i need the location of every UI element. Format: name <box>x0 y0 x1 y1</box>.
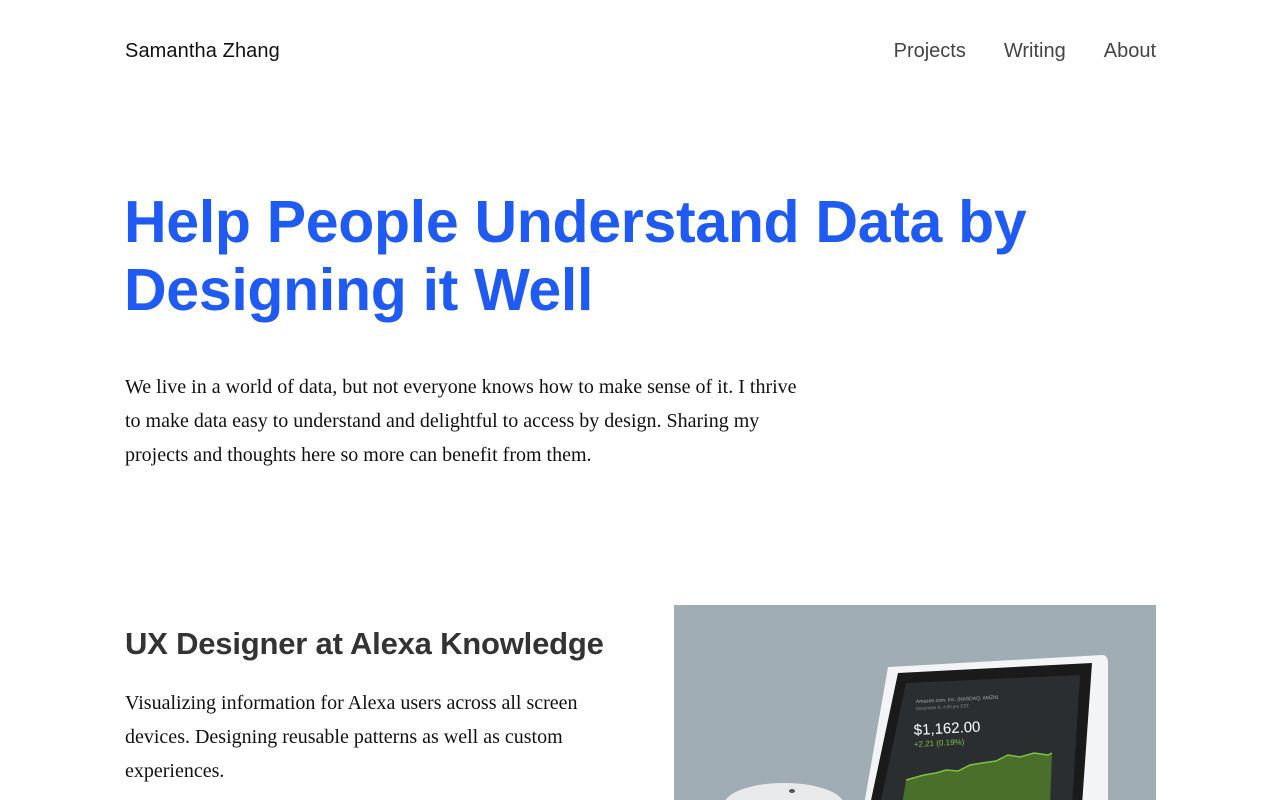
nav-writing[interactable]: Writing <box>1004 40 1066 63</box>
project-image[interactable]: Amazon.com, Inc. (NASDAQ: AMZN) December… <box>674 605 1156 800</box>
project-description: Visualizing information for Alexa users … <box>125 692 578 782</box>
hero-intro: We live in a world of data, but not ever… <box>125 376 797 466</box>
echo-show-illustration: Amazon.com, Inc. (NASDAQ: AMZN) December… <box>725 655 1108 800</box>
speaker-puck <box>725 783 843 800</box>
hero-title: Help People Understand Data by Designing… <box>124 189 1027 323</box>
speaker-button-icon <box>789 789 795 793</box>
site-header: Samantha Zhang Projects Writing About <box>125 38 1156 68</box>
screen-price: $1,162.00 <box>913 719 981 739</box>
nav-about[interactable]: About <box>1104 40 1156 63</box>
main-nav: Projects Writing About <box>894 40 1156 63</box>
site-name-link[interactable]: Samantha Zhang <box>125 40 280 63</box>
nav-projects[interactable]: Projects <box>894 40 966 63</box>
project-title[interactable]: UX Designer at Alexa Knowledge <box>125 626 645 662</box>
